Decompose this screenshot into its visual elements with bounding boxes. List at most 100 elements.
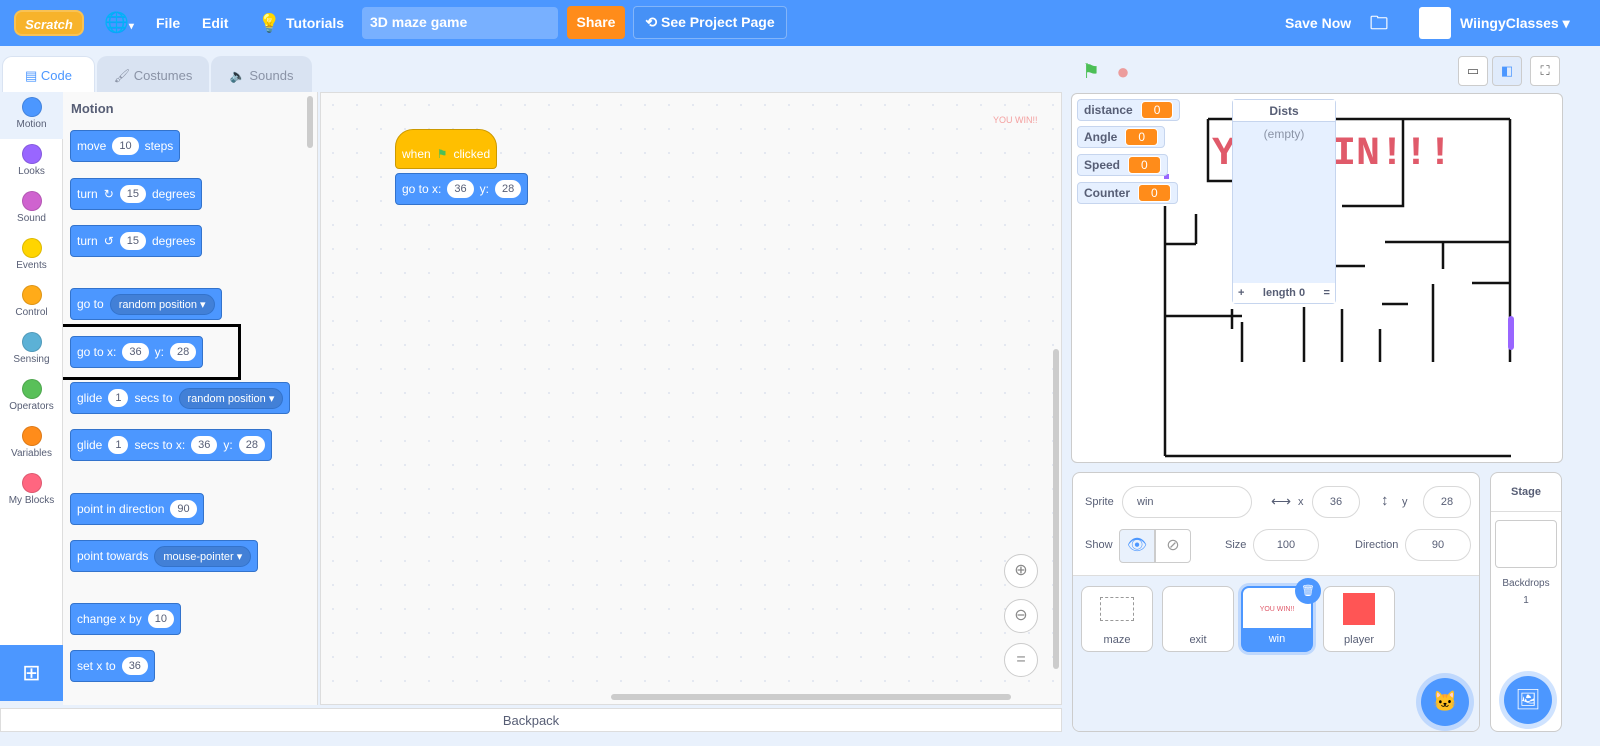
direction-label: Direction [1355,539,1399,551]
category-operators[interactable]: Operators [0,374,63,421]
green-flag-icon[interactable]: ⚑ [1076,58,1106,88]
category-menu: Motion Looks Sound Events Control Sensin… [0,92,63,645]
backdrops-count: 1 [1523,595,1529,606]
stage-canvas[interactable]: YOU WIN!!! distance0 Angle0 Speed0 Count… [1071,93,1563,463]
stage-title: Stage [1491,473,1561,512]
tab-code[interactable]: ▤ Code [2,56,95,96]
fullscreen-icon[interactable]: ⛶ [1530,56,1560,86]
share-button[interactable]: Share [567,6,625,39]
sprite-list: maze exit YOU WIN!! win 🗑 player 🐱 [1073,575,1479,731]
category-control[interactable]: Control [0,280,63,327]
block-move-steps[interactable]: move 10 steps [70,130,181,162]
block-turn-right[interactable]: turn ↻ 15 degrees [70,178,203,210]
sprite-info-panel: Sprite win ⟷ x 36 ↕ y 28 Show 👁 ⊘ Size 1… [1072,472,1480,732]
x-input[interactable]: 36 [1312,486,1360,518]
choose-backdrop-icon[interactable]: 🖼 [1504,676,1552,724]
block-point-towards[interactable]: point towards mouse-pointer ▾ [70,540,259,572]
show-visible-button[interactable]: 👁 [1119,529,1155,563]
show-hidden-button[interactable]: ⊘ [1155,529,1191,563]
sprite-thumb-player[interactable]: player [1323,586,1395,652]
file-menu[interactable]: File [156,0,180,46]
monitor-distance[interactable]: distance 0 [1077,99,1181,121]
block-change-x[interactable]: change x by 10 [70,603,181,635]
backpack[interactable]: Backpack [0,708,1062,732]
tab-costumes[interactable]: 🖌 Costumes [97,56,209,94]
brush-icon: 🖌 [113,68,134,83]
tab-label: Costumes [133,68,193,83]
category-variables[interactable]: Variables [0,421,63,468]
delete-sprite-icon[interactable]: 🗑 [1295,578,1321,604]
y-input[interactable]: 28 [1423,486,1471,518]
palette-heading: Motion [71,101,114,116]
category-sensing[interactable]: Sensing [0,327,63,374]
block-when-flag-clicked[interactable]: when ⚑ clicked [395,129,498,169]
project-title-input[interactable]: 3D maze game [362,7,558,39]
block-glide-to[interactable]: glide 1 secs to random position ▾ [70,382,291,414]
green-flag-icon: ⚑ [436,147,448,161]
list-monitor-dists[interactable]: Dists (empty) + length 0 = [1232,99,1336,304]
zoom-out-icon[interactable]: ⊖ [1004,599,1038,633]
tab-label: Sounds [249,68,294,83]
block-point-in-direction[interactable]: point in direction 90 [70,493,204,525]
username: WiingyClasses [1460,15,1559,31]
category-my-blocks[interactable]: My Blocks [0,468,63,515]
player-sprite [1508,316,1514,350]
category-events[interactable]: Events [0,233,63,280]
block-turn-left[interactable]: turn ↺ 15 degrees [70,225,203,257]
tab-sounds[interactable]: 🔈 Sounds [211,56,312,94]
monitor-counter[interactable]: Counter 0 [1077,182,1178,204]
block-set-x[interactable]: set x to 36 [70,650,155,682]
block-glide-to-xy[interactable]: glide 1 secs to x: 36 y: 28 [70,429,273,461]
avatar[interactable] [1419,7,1451,39]
list-empty: (empty) [1263,127,1305,141]
save-now-button[interactable]: Save Now [1285,0,1351,46]
sprite-thumb-exit[interactable]: exit [1162,586,1234,652]
category-looks[interactable]: Looks [0,139,63,186]
size-label: Size [1225,539,1247,551]
list-resize-handle[interactable]: = [1324,283,1330,303]
stage-selector[interactable]: Stage Backdrops 1 🖼 [1490,472,1562,732]
category-motion[interactable]: Motion [0,92,63,139]
size-input[interactable]: 100 [1253,529,1319,561]
edit-menu[interactable]: Edit [202,0,228,46]
backdrops-label: Backdrops [1502,578,1550,589]
choose-sprite-cat-icon[interactable]: 🐱 [1421,678,1469,726]
block-go-to-xy[interactable]: go to x: 36 y: 28 [70,336,204,368]
palette-scrollbar[interactable] [307,96,313,148]
list-add-button[interactable]: + [1238,283,1244,303]
horizontal-arrows-icon: ⟷ [1271,493,1292,509]
monitor-speed[interactable]: Speed 0 [1077,154,1168,176]
tab-label: Code [40,68,72,83]
scratch-logo[interactable]: Scratch [14,10,84,36]
script-area[interactable]: YOU WIN!! when ⚑ clicked go to x: 36 y: 28 [320,92,1062,705]
category-sound[interactable]: Sound [0,186,63,233]
small-stage-button[interactable]: ▭ [1458,56,1488,86]
large-stage-button[interactable]: ◧ [1492,56,1522,86]
sprite-thumb-maze[interactable]: maze [1081,586,1153,652]
monitor-angle[interactable]: Angle 0 [1077,126,1166,148]
block-go-to[interactable]: go to random position ▾ [70,288,222,320]
block-go-to-xy[interactable]: go to x: 36 y: 28 [395,173,529,205]
sprite-thumb-win[interactable]: YOU WIN!! win 🗑 [1241,578,1321,652]
maze-thumbnail [1100,597,1134,621]
block-palette: Motion move 10 steps turn ↻ 15 degrees turn ↺ 1… [63,92,318,705]
my-stuff-folder-icon[interactable]: 🗀 [1370,0,1388,46]
add-extension-button[interactable]: ⊞ [0,645,63,701]
zoom-reset-icon[interactable]: = [1004,643,1038,677]
tutorials-menu[interactable]: Tutorials [286,0,344,46]
list-length: length 0 [1262,287,1306,299]
see-project-page-button[interactable]: ⟲ See Project Page [633,6,787,39]
rotate-left-icon: ↺ [103,234,114,248]
rotate-right-icon: ↻ [103,187,114,201]
vertical-arrows-icon: ↕ [1381,492,1389,509]
code-icon: ▤ [25,68,41,83]
direction-input[interactable]: 90 [1405,529,1471,561]
backdrop-thumbnail[interactable] [1495,520,1557,568]
zoom-in-icon[interactable]: ⊕ [1004,554,1038,588]
language-globe-icon[interactable]: 🌐▾ [104,0,134,46]
stop-icon[interactable]: ● [1108,58,1138,88]
account-menu[interactable]: WiingyClasses ▾ [1460,0,1570,46]
sprite-name-input[interactable]: win [1122,486,1252,518]
vertical-scrollbar[interactable] [1053,349,1059,669]
horizontal-scrollbar[interactable] [611,694,1011,700]
